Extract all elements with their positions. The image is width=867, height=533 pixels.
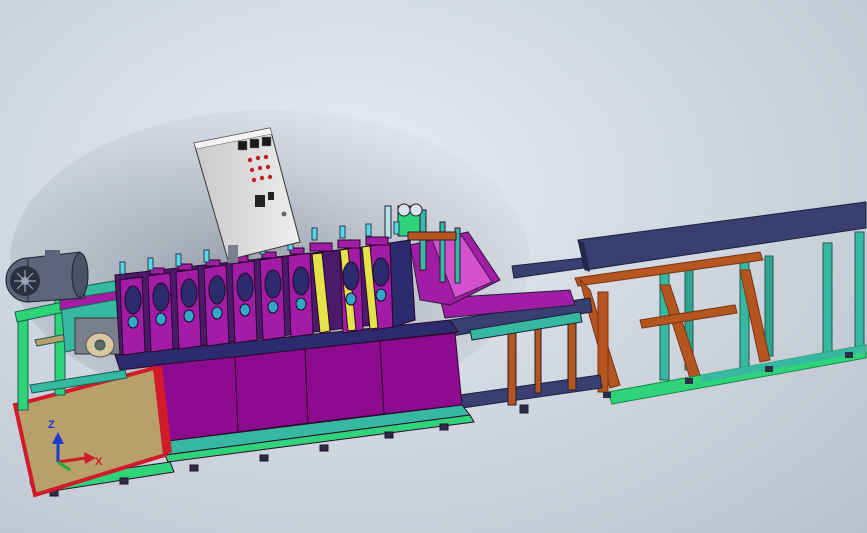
base-panel-3: [304, 340, 385, 424]
triad-z-label: Z: [48, 419, 55, 431]
triad-x-label: X: [95, 456, 103, 468]
machine-assembly-canvas[interactable]: Z X: [0, 0, 867, 533]
base-panel-4: [379, 332, 463, 415]
cabinet-lock: [281, 211, 287, 217]
cad-viewport[interactable]: Z X: [0, 0, 867, 533]
base-panel-2: [234, 348, 309, 433]
cabinet-switch: [255, 195, 265, 207]
